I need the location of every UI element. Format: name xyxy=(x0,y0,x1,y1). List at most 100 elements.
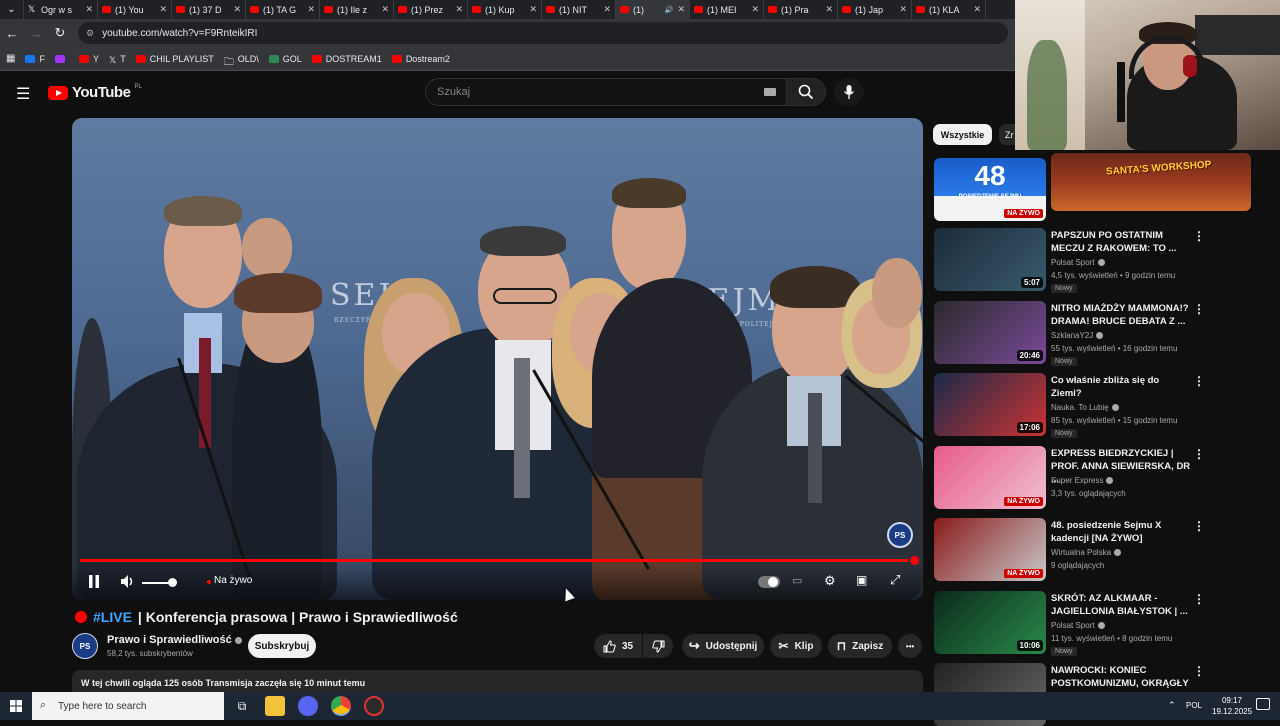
related-video-thumbnail[interactable]: 5:07 xyxy=(934,228,1046,291)
settings-gear-icon[interactable]: ⚙ xyxy=(824,573,836,589)
bookmark-item[interactable]: 🗀 OLD\ xyxy=(224,54,259,68)
tab-close-icon[interactable]: ✕ xyxy=(677,4,685,15)
description-box[interactable]: W tej chwili ogląda 125 osób Transmisja … xyxy=(72,670,923,692)
related-video-channel[interactable]: Polsat Sport xyxy=(1051,621,1105,630)
more-options-icon[interactable]: ⋮ xyxy=(1193,447,1205,461)
related-video-title[interactable]: NITRO MIAŻDŻY MAMMONA!? DRAMA! BRUCE DEB… xyxy=(1051,302,1191,328)
related-video-title[interactable]: PAPSZUN PO OSTATNIM MECZU Z RAKOWEM: TO … xyxy=(1051,229,1191,255)
related-video-channel[interactable]: Nauka. To Lubię xyxy=(1051,403,1119,412)
discord-icon[interactable] xyxy=(298,696,318,716)
taskbar-search-input[interactable]: ⌕ Type here to search xyxy=(32,692,224,720)
progress-bar[interactable] xyxy=(80,559,908,562)
browser-tab[interactable]: (1) NIT ✕ xyxy=(542,0,616,19)
youtube-logo[interactable]: YouTube PL xyxy=(48,84,142,101)
save-button[interactable]: ⊓ Zapisz xyxy=(828,634,892,658)
tab-close-icon[interactable]: ✕ xyxy=(233,4,241,15)
tab-close-icon[interactable]: ✕ xyxy=(307,4,315,15)
tab-close-icon[interactable]: ✕ xyxy=(159,4,167,15)
bookmark-item[interactable]: DOSTREAM1 xyxy=(311,54,382,64)
subscribe-button[interactable]: Subskrybuj xyxy=(248,634,316,658)
tab-close-icon[interactable]: ✕ xyxy=(529,4,537,15)
tab-close-icon[interactable]: ✕ xyxy=(825,4,833,15)
channel-avatar[interactable]: PS xyxy=(72,633,98,659)
tab-search-icon[interactable]: ⌄ xyxy=(0,0,24,19)
bookmark-item[interactable]: Y xyxy=(78,54,99,64)
browser-tab[interactable]: (1) 🔊 ✕ xyxy=(616,0,690,19)
browser-tab[interactable]: (1) 37 D ✕ xyxy=(172,0,246,19)
title-hashtag[interactable]: #LIVE xyxy=(93,609,132,625)
live-label[interactable]: Na żywo xyxy=(214,575,252,586)
more-options-icon[interactable]: ⋮ xyxy=(1193,664,1205,678)
theater-mode-icon[interactable]: ▣ xyxy=(856,573,867,587)
pause-icon[interactable] xyxy=(88,575,100,591)
browser-tab[interactable]: (1) You ✕ xyxy=(98,0,172,19)
more-options-icon[interactable]: ⋮ xyxy=(1193,229,1205,243)
like-button[interactable]: 35 xyxy=(594,634,642,658)
tab-close-icon[interactable]: ✕ xyxy=(85,4,93,15)
browser-tab[interactable]: (1) Ile z ✕ xyxy=(320,0,394,19)
search-button[interactable] xyxy=(786,78,826,106)
menu-icon[interactable]: ☰ xyxy=(16,84,30,104)
bookmark-item[interactable]: F xyxy=(25,54,45,64)
chrome-icon[interactable] xyxy=(331,696,351,716)
tab-close-icon[interactable]: ✕ xyxy=(751,4,759,15)
related-video-channel[interactable]: Wirtualna Polska xyxy=(1051,548,1122,557)
address-bar[interactable]: ⚙ youtube.com/watch?v=F9RnteikIRI xyxy=(78,22,1008,44)
bookmark-item[interactable]: Dostream2 xyxy=(391,54,450,64)
more-options-icon[interactable]: ⋮ xyxy=(1193,519,1205,533)
related-video-channel[interactable]: Super Express xyxy=(1051,476,1114,485)
chip-all[interactable]: Wszystkie xyxy=(933,124,992,145)
tab-close-icon[interactable]: ✕ xyxy=(899,4,907,15)
volume-slider[interactable] xyxy=(142,582,169,584)
browser-tab[interactable]: (1) MEI ✕ xyxy=(690,0,764,19)
tray-language[interactable]: POL xyxy=(1186,701,1202,710)
share-button[interactable]: ↪ Udostępnij xyxy=(682,634,764,658)
back-arrow-icon[interactable]: ← xyxy=(0,21,24,45)
related-video-title[interactable]: Co właśnie zbliża się do Ziemi? xyxy=(1051,374,1191,400)
subtitles-icon[interactable]: ▭ xyxy=(792,574,802,587)
browser-tab[interactable]: (1) TA G ✕ xyxy=(246,0,320,19)
tab-close-icon[interactable]: ✕ xyxy=(455,4,463,15)
browser-tab[interactable]: (1) Prez ✕ xyxy=(394,0,468,19)
more-options-icon[interactable]: ⋮ xyxy=(1193,374,1205,388)
notification-icon[interactable] xyxy=(1256,698,1270,710)
video-player[interactable]: SEJM RZECZYPOSPOLITEJ SEJM RZECZYPOSPOLI… xyxy=(72,118,923,600)
bookmark-item[interactable]: GOL xyxy=(268,54,302,64)
related-video-thumbnail[interactable]: 17:06 xyxy=(934,373,1046,436)
browser-tab[interactable]: 𝕏 Ogr w s ✕ xyxy=(24,0,98,19)
bookmark-item[interactable] xyxy=(54,54,69,63)
related-video-thumbnail[interactable]: 20:46 xyxy=(934,300,1046,364)
search-input[interactable]: Szukaj xyxy=(425,78,787,106)
tray-clock[interactable]: 09:17 19.12.2025 xyxy=(1212,695,1252,717)
forward-arrow-icon[interactable]: → xyxy=(24,21,48,45)
fullscreen-icon[interactable]: ⤢ xyxy=(890,572,900,588)
progress-scrubber[interactable] xyxy=(910,556,919,565)
tab-close-icon[interactable]: ✕ xyxy=(973,4,981,15)
bookmark-item[interactable]: CHIL PLAYLIST xyxy=(135,54,214,64)
more-options-icon[interactable]: ⋮ xyxy=(1193,302,1205,316)
tab-close-icon[interactable]: ✕ xyxy=(381,4,389,15)
tab-audio-icon[interactable]: 🔊 xyxy=(665,6,674,14)
more-options-icon[interactable]: ⋮ xyxy=(1193,592,1205,606)
file-explorer-icon[interactable] xyxy=(265,696,285,716)
autoplay-toggle[interactable] xyxy=(758,576,780,588)
browser-tab[interactable]: (1) Pra ✕ xyxy=(764,0,838,19)
browser-tab[interactable]: (1) Jap ✕ xyxy=(838,0,912,19)
site-info-icon[interactable]: ⚙ xyxy=(86,28,94,39)
obs-icon[interactable] xyxy=(364,696,384,716)
task-view-icon[interactable]: ⧉ xyxy=(232,696,252,716)
windows-start-button[interactable] xyxy=(0,692,32,720)
related-video-thumbnail[interactable]: NA ŻYWO xyxy=(934,445,1046,509)
related-video-thumbnail-top[interactable]: 48 POSIEDZENIE SEJMU NA ŻYWO xyxy=(934,158,1046,221)
bookmark-item[interactable]: 𝕏T xyxy=(109,54,126,65)
apps-grid-icon[interactable]: ▦ xyxy=(6,53,15,64)
clip-button[interactable]: ✂ Klip xyxy=(770,634,822,658)
related-video-title[interactable]: 48. posiedzenie Sejmu X kadencji [NA ŻYW… xyxy=(1051,519,1191,545)
voice-search-button[interactable] xyxy=(834,78,864,106)
browser-tab[interactable]: (1) KLA ✕ xyxy=(912,0,986,19)
more-actions-button[interactable]: ••• xyxy=(898,634,922,658)
related-video-thumbnail[interactable]: 10:06 xyxy=(934,590,1046,654)
tab-close-icon[interactable]: ✕ xyxy=(603,4,611,15)
volume-icon[interactable] xyxy=(120,574,136,592)
reload-icon[interactable]: ↻ xyxy=(48,21,72,45)
